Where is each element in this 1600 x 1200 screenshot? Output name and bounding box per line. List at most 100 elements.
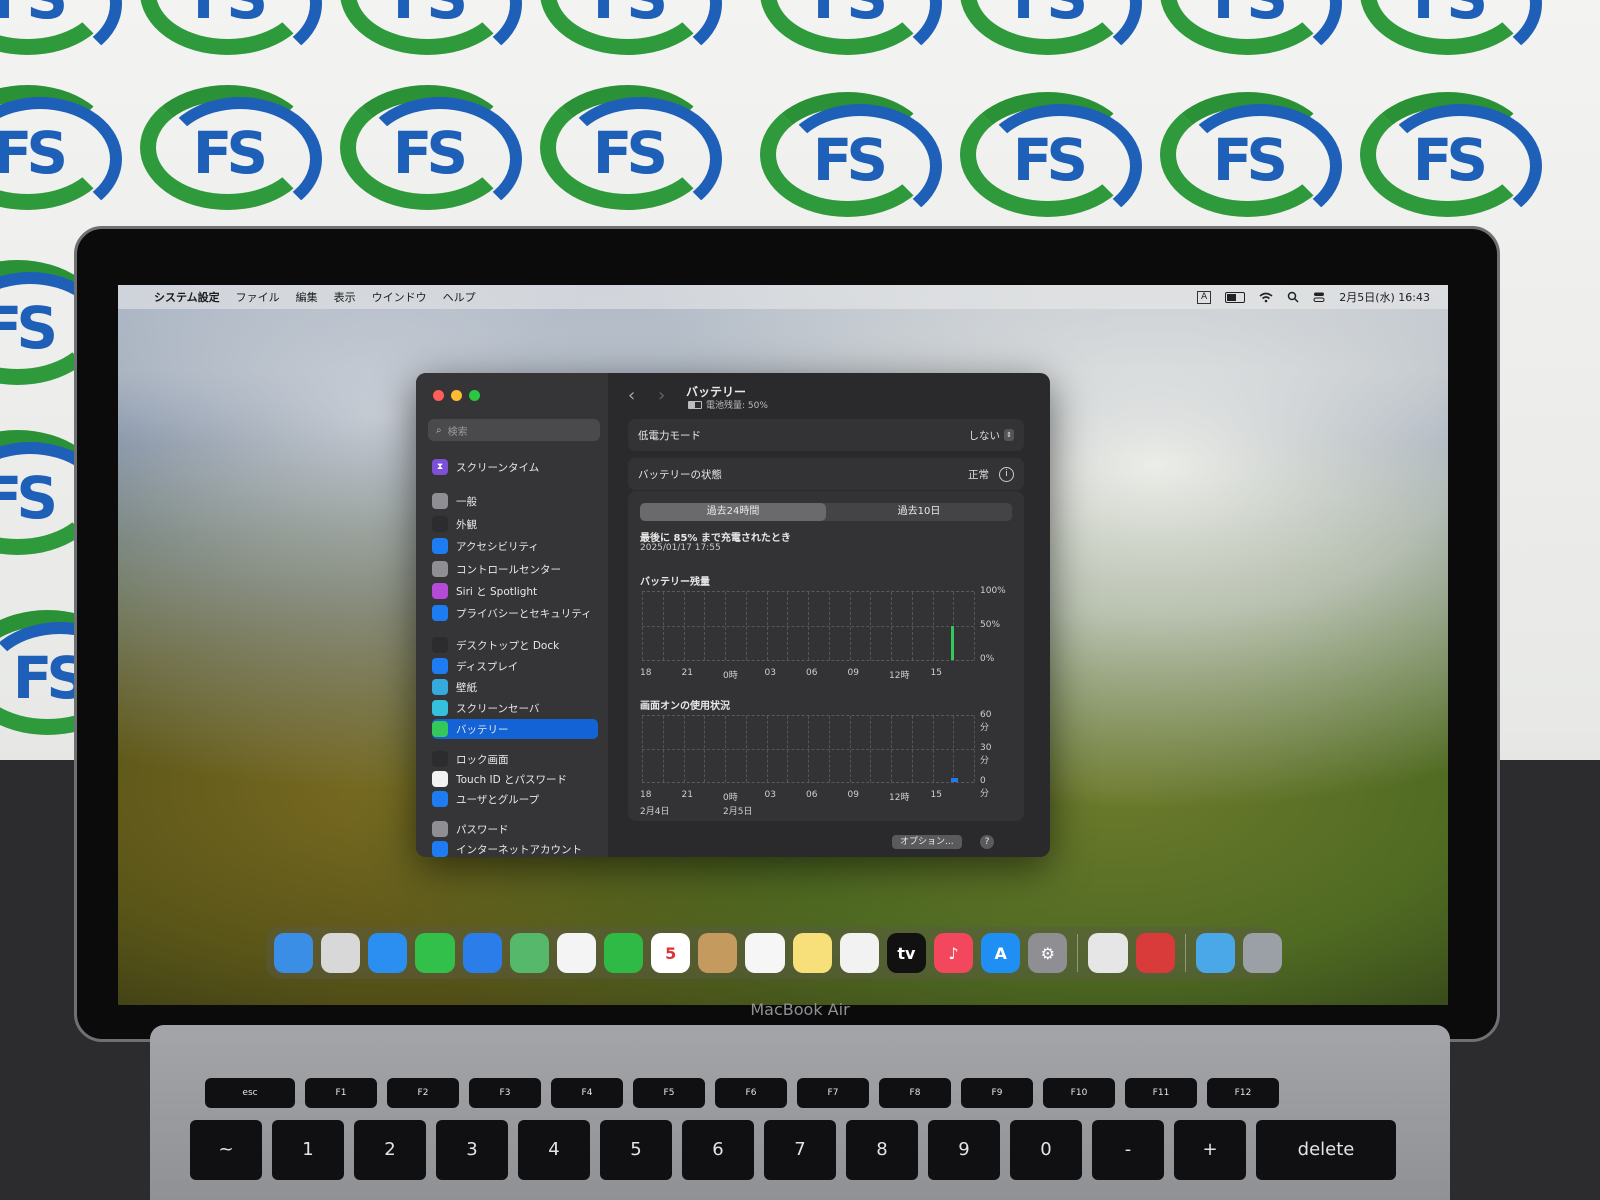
menu-view[interactable]: 表示 (334, 289, 356, 305)
function-key[interactable]: esc (205, 1078, 295, 1108)
downloads-folder-icon[interactable] (1195, 933, 1235, 973)
low-power-mode-select[interactable]: しない (969, 428, 1001, 443)
facetime-icon[interactable] (603, 933, 644, 973)
sidebar-item[interactable]: デスクトップと Dock (432, 635, 598, 655)
sidebar-item[interactable]: ユーザとグループ (432, 789, 598, 809)
function-key[interactable]: F11 (1125, 1078, 1197, 1108)
notes-icon[interactable] (792, 933, 832, 973)
number-key[interactable]: + (1174, 1120, 1246, 1180)
sidebar-item[interactable]: 一般 (432, 491, 598, 511)
music-icon[interactable]: ♪ (933, 933, 974, 973)
sidebar-item[interactable]: ロック画面 (432, 749, 598, 769)
zoom-window-icon[interactable] (469, 390, 480, 401)
function-key[interactable]: F2 (387, 1078, 459, 1108)
sidebar-item[interactable]: アクセシビリティ (432, 536, 598, 556)
number-key[interactable]: 0 (1010, 1120, 1082, 1180)
preview-icon[interactable] (1088, 933, 1128, 973)
number-key[interactable]: - (1092, 1120, 1164, 1180)
function-key[interactable]: F12 (1207, 1078, 1279, 1108)
options-button[interactable]: オプション... (892, 835, 962, 849)
search-input[interactable]: ⌕ 検索 (428, 419, 600, 441)
sidebar-item[interactable]: ディスプレイ (432, 656, 598, 676)
sidebar-item-screen-time[interactable]: ⧗ スクリーンタイム (432, 457, 598, 477)
forward-chevron-icon[interactable]: › (658, 385, 665, 406)
settings-icon[interactable]: ⚙ (1028, 933, 1068, 973)
function-key[interactable]: F10 (1043, 1078, 1115, 1108)
sidebar-item[interactable]: Siri と Spotlight (432, 581, 598, 601)
function-key[interactable]: F5 (633, 1078, 705, 1108)
contacts-icon[interactable] (698, 933, 738, 973)
control-center-icon[interactable] (1313, 291, 1325, 303)
x-tick-label: 18 (640, 790, 652, 800)
x-tick-label: 12時 (889, 793, 910, 803)
sidebar-item[interactable]: Touch ID とパスワード (432, 769, 598, 789)
appletv-icon[interactable]: tv (886, 933, 926, 973)
back-chevron-icon[interactable]: ‹ (628, 385, 635, 406)
number-key[interactable]: delete (1256, 1120, 1396, 1180)
tab-last-24-hours[interactable]: 過去24時間 (640, 503, 826, 521)
y-tick-label: 100% (980, 586, 1006, 596)
function-key[interactable]: F6 (715, 1078, 787, 1108)
tab-last-10-days[interactable]: 過去10日 (826, 503, 1012, 521)
sidebar-item[interactable]: パスワード (432, 819, 598, 839)
photos-icon[interactable] (556, 933, 596, 973)
number-key[interactable]: 4 (518, 1120, 590, 1180)
safari-icon[interactable] (368, 933, 408, 973)
sidebar-item[interactable]: バッテリー (432, 719, 598, 739)
number-key[interactable]: 6 (682, 1120, 754, 1180)
number-key[interactable]: 3 (436, 1120, 508, 1180)
freeform-icon[interactable] (839, 933, 879, 973)
input-source-icon[interactable]: A (1197, 290, 1212, 304)
number-key[interactable]: 9 (928, 1120, 1000, 1180)
sidebar-item-label: Siri と Spotlight (456, 585, 538, 598)
x-tick-label: 0時 (723, 793, 738, 803)
sidebar-item[interactable]: インターネットアカウント (432, 839, 598, 857)
menu-window[interactable]: ウインドウ (372, 289, 427, 305)
number-key[interactable]: 5 (600, 1120, 672, 1180)
function-key[interactable]: F9 (961, 1078, 1033, 1108)
menu-file[interactable]: ファイル (236, 289, 280, 305)
sidebar-item[interactable]: プライバシーとセキュリティ (432, 603, 598, 623)
messages-icon[interactable] (415, 933, 455, 973)
sidebar-item[interactable]: スクリーンセーバ (432, 698, 598, 718)
launchpad-icon[interactable] (321, 933, 361, 973)
function-key[interactable]: F4 (551, 1078, 623, 1108)
function-key[interactable]: F8 (879, 1078, 951, 1108)
maps-icon[interactable] (509, 933, 549, 973)
function-key[interactable]: F7 (797, 1078, 869, 1108)
photo-booth-icon[interactable] (1135, 933, 1175, 973)
number-key[interactable]: 2 (354, 1120, 426, 1180)
battery-status-icon[interactable] (1225, 291, 1246, 303)
menu-edit[interactable]: 編集 (296, 289, 318, 305)
menu-help[interactable]: ヘルプ (443, 289, 476, 305)
menu-datetime[interactable]: 2月5日(水) 16:43 (1339, 289, 1430, 305)
mail-icon[interactable] (462, 933, 502, 973)
sidebar-item[interactable]: 壁紙 (432, 677, 598, 697)
help-button[interactable]: ? (980, 835, 994, 849)
trash-icon[interactable] (1242, 933, 1282, 973)
finder-icon[interactable] (274, 933, 314, 973)
fs-logo: FS (760, 0, 942, 66)
reminders-icon[interactable] (745, 933, 785, 973)
function-key[interactable]: F1 (305, 1078, 377, 1108)
info-icon[interactable]: i (999, 466, 1014, 482)
calendar-icon[interactable]: 5 (651, 933, 691, 973)
spotlight-search-icon[interactable] (1287, 291, 1299, 303)
updown-chevron-icon[interactable]: ⇕ (1004, 429, 1014, 441)
number-key[interactable]: 8 (846, 1120, 918, 1180)
appstore-icon[interactable]: A (981, 933, 1021, 973)
minimize-window-icon[interactable] (451, 390, 462, 401)
battery-health-value: 正常 (968, 468, 989, 481)
search-placeholder: 検索 (447, 426, 468, 438)
sidebar-item[interactable]: コントロールセンター (432, 559, 598, 579)
number-key[interactable]: ~ (190, 1120, 262, 1180)
menu-app-name[interactable]: システム設定 (154, 289, 220, 305)
number-key[interactable]: 7 (764, 1120, 836, 1180)
sidebar-item[interactable]: 外観 (432, 514, 598, 534)
x-tick-label: 18 (640, 668, 652, 678)
close-window-icon[interactable] (433, 390, 444, 401)
number-key[interactable]: 1 (272, 1120, 344, 1180)
function-key[interactable]: F3 (469, 1078, 541, 1108)
date-label: 2月4日 (640, 807, 670, 817)
wifi-icon[interactable] (1259, 292, 1273, 303)
